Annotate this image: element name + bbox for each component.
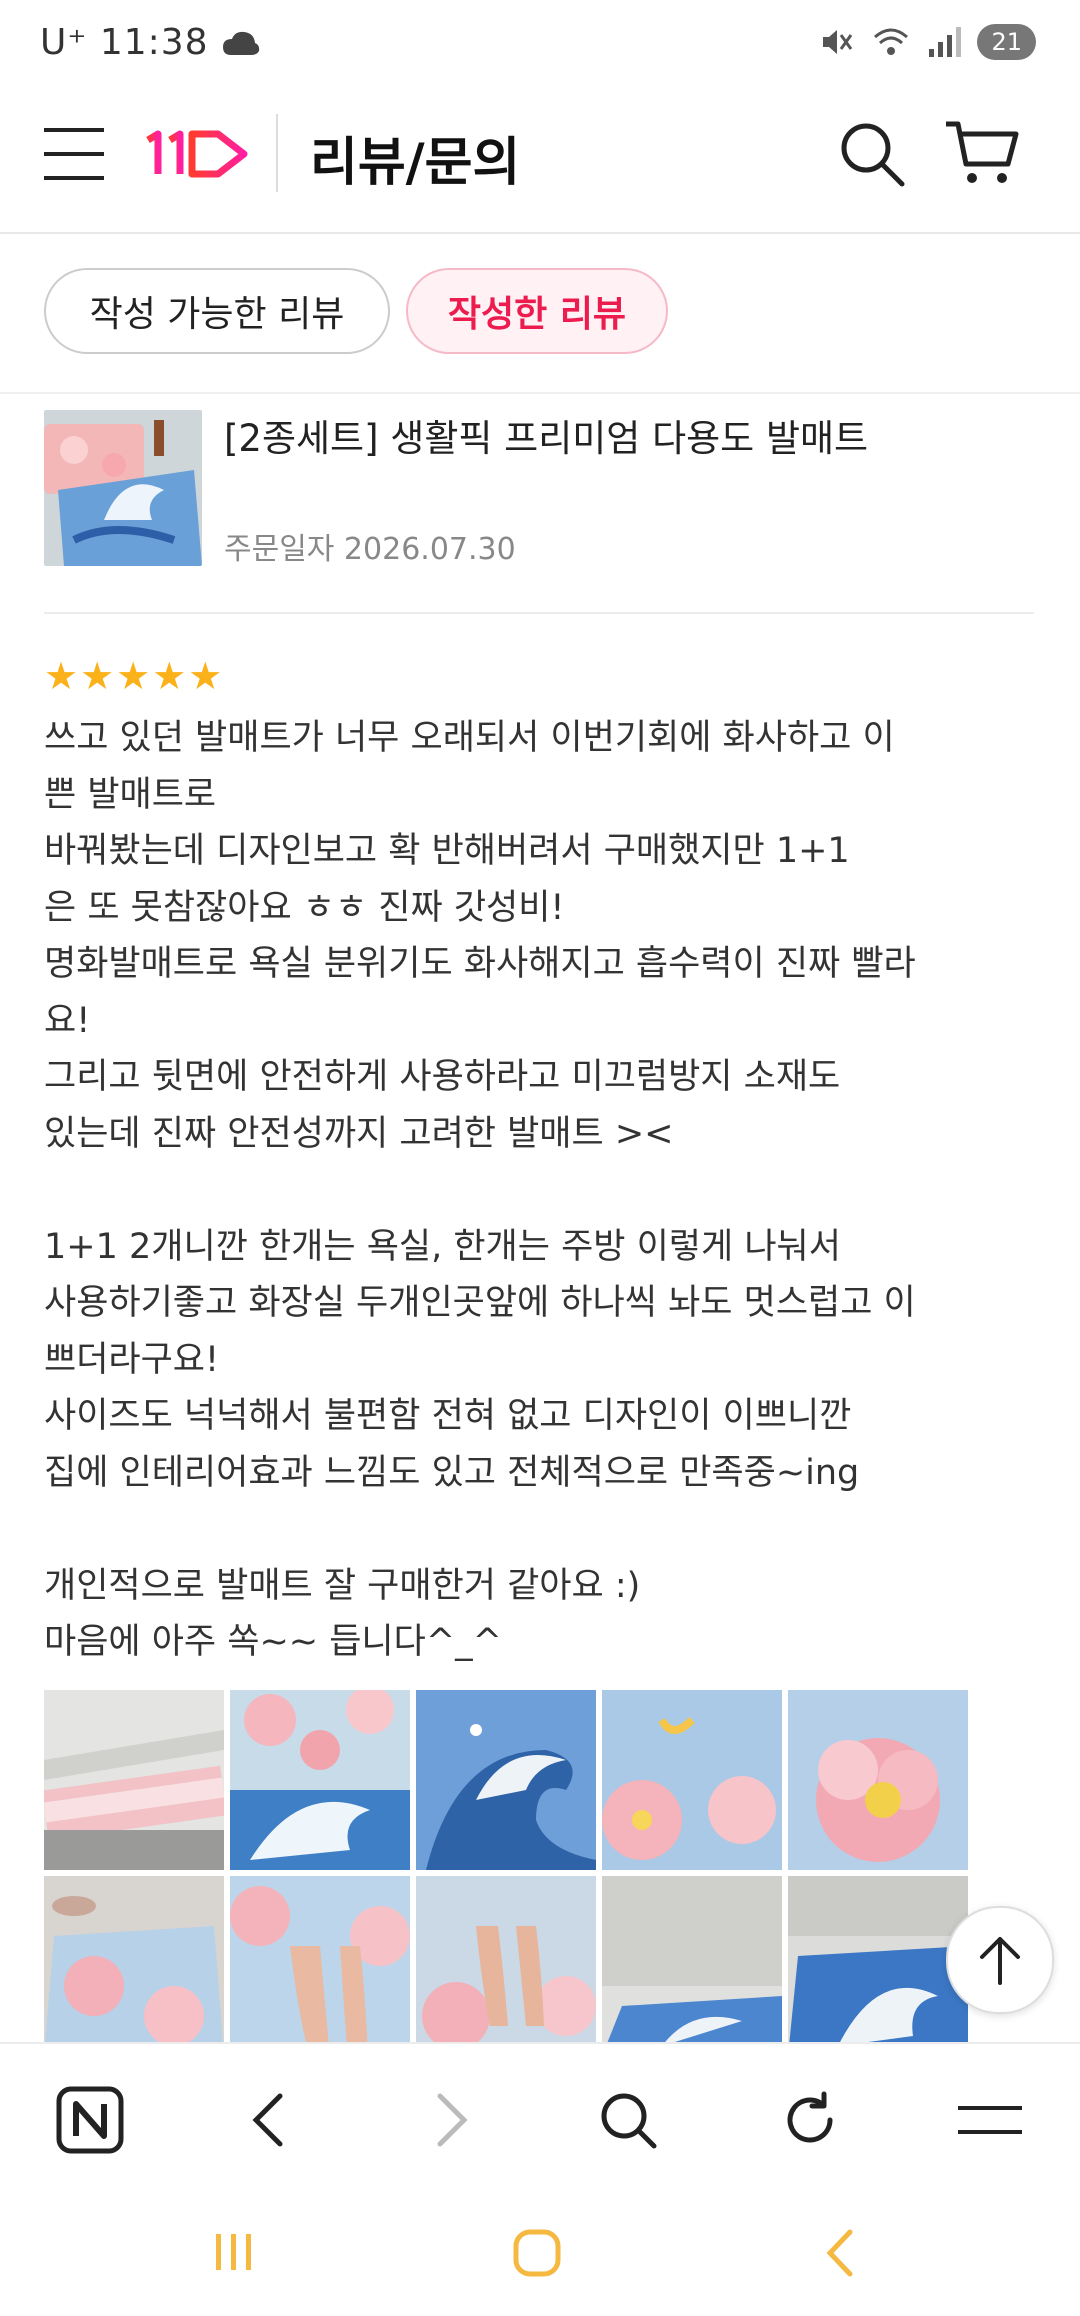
product-name[interactable]: [2종세트] 생활픽 프리미엄 다용도 발매트 (224, 408, 868, 462)
review-photo[interactable] (602, 1690, 782, 1870)
mute-icon (823, 30, 853, 54)
review-photo[interactable] (230, 1876, 410, 2056)
browser-menu-button[interactable] (950, 2080, 1030, 2160)
review-photo[interactable] (602, 1876, 782, 2056)
cloud-icon (223, 31, 260, 55)
cart-icon[interactable] (944, 118, 1020, 188)
chevron-left-icon (252, 2093, 283, 2147)
status-time: U⁺ 11:38 (40, 22, 261, 63)
system-navigation (0, 2186, 1080, 2316)
review-photo[interactable] (44, 1690, 224, 1870)
review-photo[interactable] (230, 1690, 410, 1870)
wifi-icon (874, 28, 909, 55)
arrow-up-icon (980, 1937, 1020, 1985)
app-header: 리뷰/문의 (0, 92, 1080, 234)
tab-written-reviews[interactable]: 작성한 리뷰 (406, 268, 668, 354)
review-photo[interactable] (416, 1690, 596, 1870)
reload-button[interactable] (770, 2080, 850, 2160)
scroll-top-button[interactable] (946, 1906, 1054, 2014)
recents-icon[interactable] (212, 2230, 256, 2274)
browser-toolbar (0, 2042, 1080, 2188)
review-photo[interactable] (44, 1876, 224, 2056)
search-icon[interactable] (838, 120, 906, 188)
order-date: 주문일자 2026.07.30 (224, 532, 516, 567)
rating-stars: ★★★★★ (44, 654, 225, 698)
naver-home-button[interactable] (50, 2080, 130, 2160)
review-text: 쓰고 있던 발매트가 너무 오래되서 이번기회에 화사하고 이 쁜 발매트로 바… (44, 718, 916, 1662)
menu-icon[interactable] (44, 126, 104, 182)
divider (0, 392, 1080, 394)
status-icons: 21 (819, 24, 1036, 60)
chevron-right-icon (437, 2093, 468, 2147)
review-photo[interactable] (788, 1876, 968, 2056)
naver-n-icon (56, 2086, 124, 2154)
menu-icon (958, 2106, 1022, 2134)
review-photo-grid (44, 1690, 974, 2056)
carrier-label: U⁺ (40, 22, 88, 63)
back-nav-icon[interactable] (820, 2228, 860, 2278)
brand-logo[interactable] (144, 128, 250, 178)
status-bar: U⁺ 11:38 21 (0, 0, 1080, 92)
battery-indicator: 21 (977, 24, 1036, 60)
divider (44, 612, 1034, 614)
search-icon (601, 2093, 657, 2149)
signal-icon (929, 27, 962, 57)
back-button[interactable] (228, 2080, 308, 2160)
review-photo[interactable] (788, 1690, 968, 1870)
product-thumbnail[interactable] (44, 410, 202, 566)
review-photo[interactable] (416, 1876, 596, 2056)
forward-button[interactable] (412, 2080, 492, 2160)
refresh-icon (787, 2091, 833, 2143)
clock: 11:38 (99, 22, 209, 63)
header-divider (276, 114, 278, 192)
page-title: 리뷰/문의 (310, 133, 521, 193)
browser-search-button[interactable] (588, 2080, 668, 2160)
tab-available-reviews[interactable]: 작성 가능한 리뷰 (44, 268, 390, 354)
home-icon[interactable] (512, 2228, 562, 2278)
